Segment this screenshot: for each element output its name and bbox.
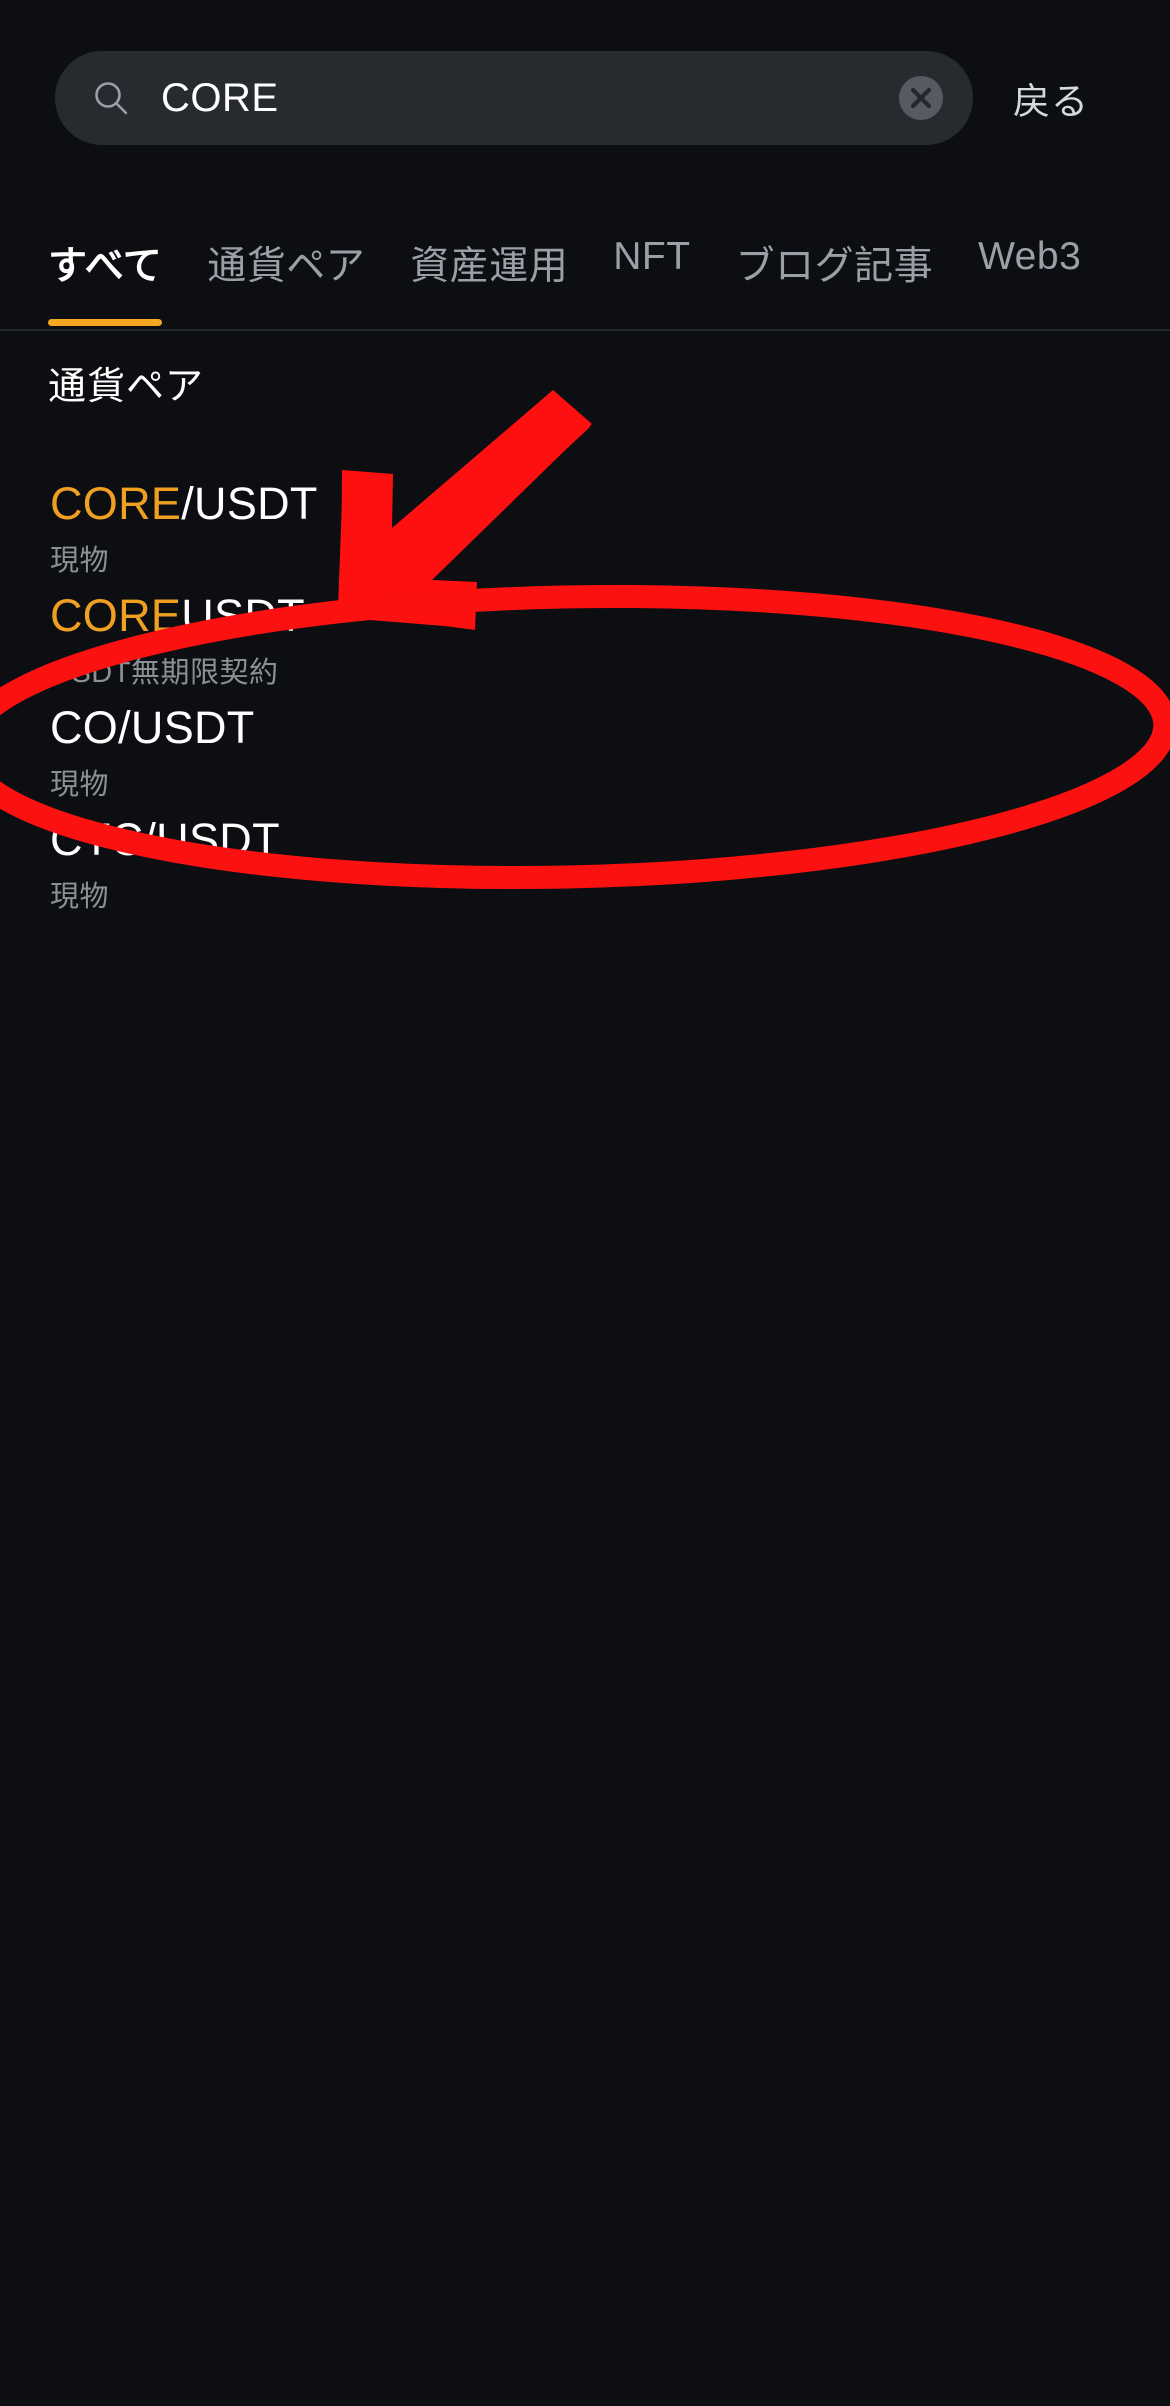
result-symbol-match: CORE [50, 478, 182, 529]
tab-label: 資産運用 [410, 245, 569, 288]
section-title-currency-pairs: 通貨ペア [48, 366, 205, 408]
tab-label: 通貨ペア [207, 245, 366, 288]
tab-4[interactable]: ブログ記事 [735, 195, 934, 329]
tab-2[interactable]: 資産運用 [410, 195, 569, 329]
tab-3[interactable]: NFT [613, 195, 691, 329]
result-item[interactable]: CTC/USDT 現物 [0, 816, 1170, 928]
tab-active-indicator [48, 319, 163, 326]
tab-label: ブログ記事 [735, 245, 934, 288]
result-symbol-rest: CO/USDT [50, 702, 255, 753]
search-header: 戻る [0, 0, 1170, 195]
result-symbol: COREUSDT [50, 592, 1170, 639]
tab-label: NFT [613, 235, 691, 278]
result-market-type: USDT無期限契約 [50, 657, 279, 690]
result-item[interactable]: CORE/USDT 現物 [0, 480, 1170, 592]
result-market-type: 現物 [50, 881, 110, 914]
back-button[interactable]: 戻る [1013, 71, 1089, 125]
result-symbol: CO/USDT [50, 704, 1170, 751]
result-symbol: CORE/USDT [50, 480, 1170, 527]
result-item[interactable]: CO/USDT 現物 [0, 704, 1170, 816]
category-tab-bar: すべて 通貨ペア 資産運用 NFT ブログ記事 Web3 [0, 195, 1170, 331]
tab-label: すべて [48, 245, 163, 288]
result-symbol-rest: CTC/USDT [50, 814, 280, 865]
result-market-type: 現物 [50, 769, 110, 802]
tab-label: Web3 [978, 235, 1082, 278]
result-symbol-rest: /USDT [181, 478, 318, 529]
close-icon [899, 76, 943, 120]
tab-5[interactable]: Web3 [978, 195, 1082, 329]
search-results-screen: 戻る すべて通貨ペア資産運用NFTブログ記事Web3 通貨ペア CORE/USD… [0, 0, 1170, 2406]
search-input[interactable] [161, 73, 899, 122]
search-input-wrap [161, 73, 899, 122]
result-item[interactable]: COREUSDT USDT無期限契約 [0, 592, 1170, 704]
tab-1[interactable]: 通貨ペア [207, 195, 366, 329]
search-box[interactable] [55, 50, 973, 145]
result-symbol-match: CORE [50, 590, 182, 641]
result-market-type: 現物 [50, 545, 110, 578]
result-symbol: CTC/USDT [50, 816, 1170, 863]
tab-0[interactable]: すべて [48, 195, 163, 329]
clear-search-button[interactable] [899, 75, 943, 120]
search-results-list: CORE/USDT 現物 COREUSDT USDT無期限契約 CO/USDT 現物 CTC… [0, 480, 1170, 928]
search-icon [93, 80, 129, 116]
result-symbol-rest: USDT [181, 590, 305, 641]
